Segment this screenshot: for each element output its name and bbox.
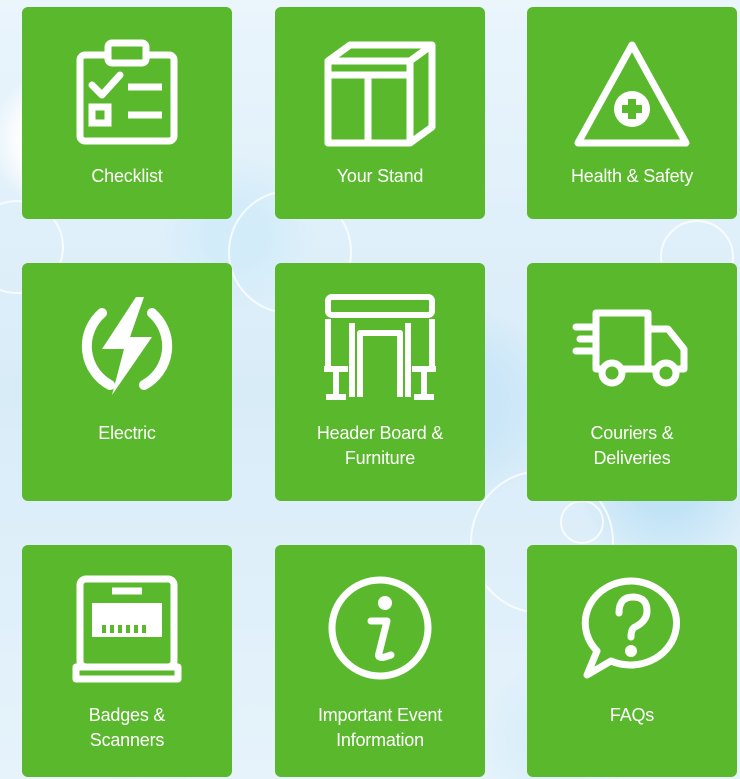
background-bubble — [560, 500, 604, 544]
tile-badges[interactable]: Badges & Scanners — [22, 545, 232, 777]
tile-label-line1: Couriers & — [590, 423, 674, 443]
tile-label-line2: Information — [336, 730, 424, 750]
tile-label-line1: Important Event — [317, 705, 443, 725]
tile-checklist[interactable]: Checklist — [22, 7, 232, 219]
warning-triangle-icon — [574, 41, 690, 147]
tile-couriers[interactable]: Couriers & Deliveries — [527, 263, 737, 501]
tile-label: Checklist — [91, 166, 163, 186]
tile-event-info[interactable]: Important Event Information — [275, 545, 485, 777]
tile-faqs[interactable]: FAQs — [527, 545, 737, 777]
furniture-icon — [324, 294, 436, 400]
tile-label: Health & Safety — [570, 166, 694, 186]
lightning-icon — [81, 297, 173, 395]
tile-your-stand[interactable]: Your Stand — [275, 7, 485, 219]
tile-health-safety[interactable]: Health & Safety — [527, 7, 737, 219]
tile-header-board[interactable]: Header Board & Furniture — [275, 263, 485, 501]
tile-label: Electric — [98, 423, 156, 443]
tile-label-line1: Header Board & — [316, 423, 444, 443]
delivery-truck-icon — [572, 309, 688, 387]
tile-label: FAQs — [609, 705, 655, 725]
question-bubble-icon — [581, 577, 680, 679]
tile-label-line2: Scanners — [89, 730, 165, 750]
tile-label: Your Stand — [336, 166, 424, 186]
checklist-icon — [76, 39, 178, 145]
tile-label-line2: Furniture — [344, 448, 416, 468]
tile-label-line1: Badges & — [88, 705, 166, 725]
tile-label-line2: Deliveries — [593, 448, 671, 468]
tile-electric[interactable]: Electric — [22, 263, 232, 501]
info-icon — [328, 576, 432, 680]
stand-icon — [324, 41, 436, 147]
scanner-icon — [72, 575, 182, 683]
